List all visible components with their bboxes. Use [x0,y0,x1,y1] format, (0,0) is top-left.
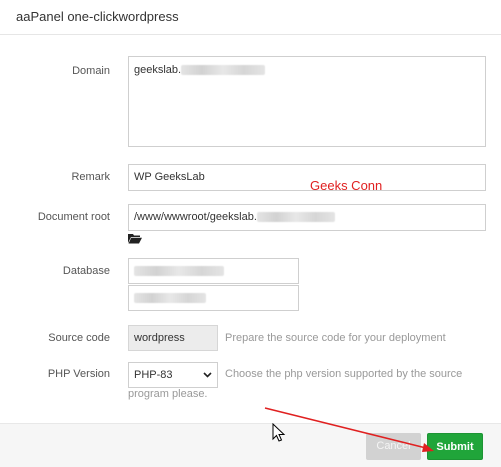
annotation-arrow [264,407,434,452]
cursor-icon [272,423,286,442]
